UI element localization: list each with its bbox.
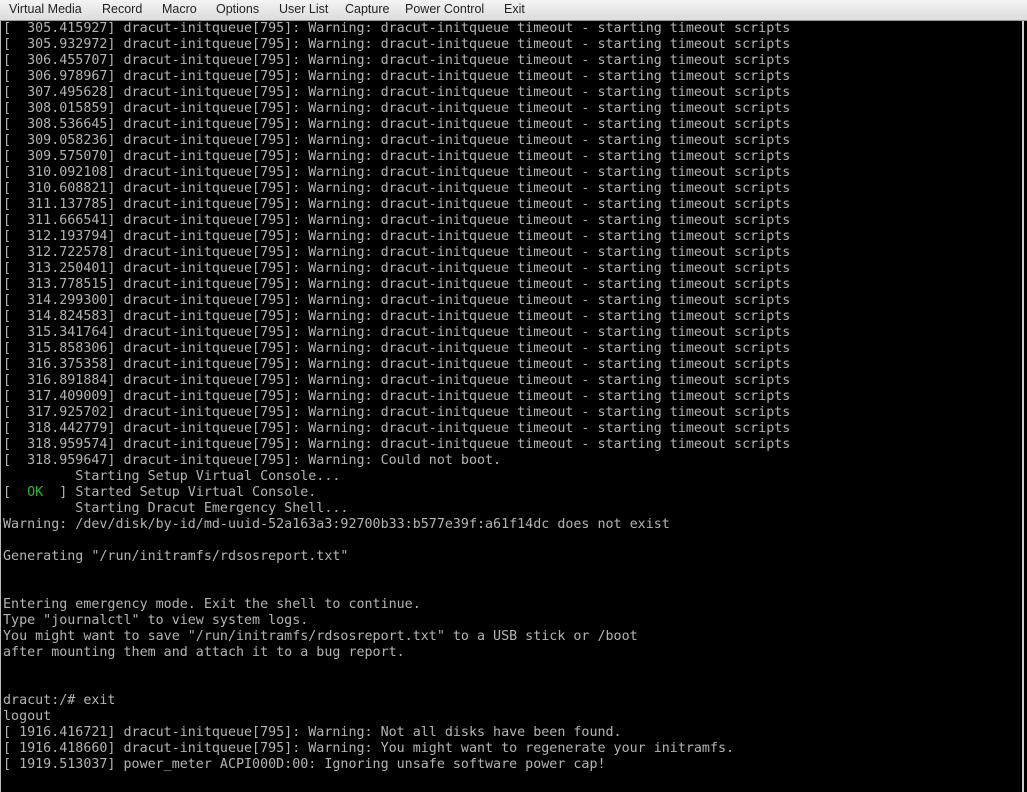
console-line: [ 1916.418660] dracut-initqueue[795]: Wa… bbox=[3, 741, 735, 756]
console-line: [ 315.341764] dracut-initqueue[795]: War… bbox=[3, 325, 791, 340]
console-line: [ 305.415927] dracut-initqueue[795]: War… bbox=[3, 21, 791, 36]
console-line: [ 1919.513037] power_meter ACPI000D:00: … bbox=[3, 757, 606, 772]
console-line: Entering emergency mode. Exit the shell … bbox=[3, 597, 421, 612]
console-line: [ 317.925702] dracut-initqueue[795]: War… bbox=[3, 405, 791, 420]
console-line: logout bbox=[3, 709, 52, 724]
menu-user-list[interactable]: User List bbox=[279, 2, 328, 16]
console-line: Starting Setup Virtual Console... bbox=[3, 469, 341, 484]
menu-macro[interactable]: Macro bbox=[162, 2, 197, 16]
console-line: [ 318.959647] dracut-initqueue[795]: War… bbox=[3, 453, 502, 468]
menu-exit[interactable]: Exit bbox=[504, 2, 525, 16]
console-line: Warning: /dev/disk/by-id/md-uuid-52a163a… bbox=[3, 517, 670, 532]
console-line: after mounting them and attach it to a b… bbox=[3, 645, 405, 660]
console-line: Generating "/run/initramfs/rdsosreport.t… bbox=[3, 549, 349, 564]
console-line: Type "journalctl" to view system logs. bbox=[3, 613, 309, 628]
menu-virtual-media[interactable]: Virtual Media bbox=[9, 2, 82, 16]
console-line: Starting Dracut Emergency Shell... bbox=[3, 501, 349, 516]
remote-console-screen[interactable]: [ 305.415927] dracut-initqueue[795]: War… bbox=[0, 21, 1024, 792]
status-bracket: [ bbox=[3, 485, 28, 500]
console-line: [ 1916.416721] dracut-initqueue[795]: Wa… bbox=[3, 725, 622, 740]
console-line: [ 312.722578] dracut-initqueue[795]: War… bbox=[3, 245, 791, 260]
console-line: dracut:/# exit bbox=[3, 693, 116, 708]
console-line: [ 313.250401] dracut-initqueue[795]: War… bbox=[3, 261, 791, 276]
console-line: [ 314.299300] dracut-initqueue[795]: War… bbox=[3, 293, 791, 308]
console-line: [ 306.978967] dracut-initqueue[795]: War… bbox=[3, 69, 791, 84]
console-line: [ 309.058236] dracut-initqueue[795]: War… bbox=[3, 133, 791, 148]
console-line: [ 318.442779] dracut-initqueue[795]: War… bbox=[3, 421, 791, 436]
menu-bar: Virtual Media Record Macro Options User … bbox=[0, 0, 1027, 21]
menu-power-control[interactable]: Power Control bbox=[405, 2, 484, 16]
menu-record[interactable]: Record bbox=[102, 2, 142, 16]
console-line: [ 308.015859] dracut-initqueue[795]: War… bbox=[3, 101, 791, 116]
console-line: [ OK ] Started Setup Virtual Console. bbox=[3, 485, 316, 501]
console-line: [ 318.959574] dracut-initqueue[795]: War… bbox=[3, 437, 791, 452]
console-line: [ 311.137785] dracut-initqueue[795]: War… bbox=[3, 197, 791, 212]
console-line: [ 309.575070] dracut-initqueue[795]: War… bbox=[3, 149, 791, 164]
console-line: [ 305.932972] dracut-initqueue[795]: War… bbox=[3, 37, 791, 52]
console-line: [ 317.409009] dracut-initqueue[795]: War… bbox=[3, 389, 791, 404]
console-line: [ 308.536645] dracut-initqueue[795]: War… bbox=[3, 117, 791, 132]
console-line: You might want to save "/run/initramfs/r… bbox=[3, 629, 638, 644]
console-text: ] Started Setup Virtual Console. bbox=[43, 485, 317, 500]
menu-capture[interactable]: Capture bbox=[345, 2, 389, 16]
console-line: [ 316.375358] dracut-initqueue[795]: War… bbox=[3, 357, 791, 372]
menu-options[interactable]: Options bbox=[216, 2, 259, 16]
console-line: [ 311.666541] dracut-initqueue[795]: War… bbox=[3, 213, 791, 228]
ok-status: OK bbox=[27, 485, 44, 500]
console-line: [ 310.092108] dracut-initqueue[795]: War… bbox=[3, 165, 791, 180]
console-line: [ 307.495628] dracut-initqueue[795]: War… bbox=[3, 85, 791, 100]
console-line: [ 312.193794] dracut-initqueue[795]: War… bbox=[3, 229, 791, 244]
console-line: [ 316.891884] dracut-initqueue[795]: War… bbox=[3, 373, 791, 388]
console-line: [ 313.778515] dracut-initqueue[795]: War… bbox=[3, 277, 791, 292]
console-line: [ 315.858306] dracut-initqueue[795]: War… bbox=[3, 341, 791, 356]
console-line: [ 314.824583] dracut-initqueue[795]: War… bbox=[3, 309, 791, 324]
console-line: [ 310.608821] dracut-initqueue[795]: War… bbox=[3, 181, 791, 196]
console-line: [ 306.455707] dracut-initqueue[795]: War… bbox=[3, 53, 791, 68]
